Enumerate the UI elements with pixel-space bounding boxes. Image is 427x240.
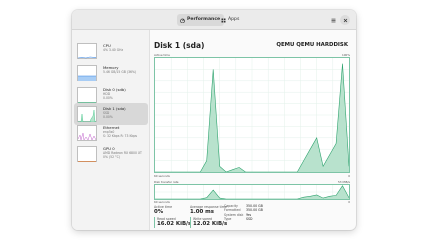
memory-thumbnail [77,65,97,81]
read-speed-stat: Read speed 16.02 KiB/s [154,217,192,228]
write-speed-stat-value: 12.02 KiB/s [193,221,228,227]
info-value: SSD [246,217,253,222]
tab-performance-label: Performance [187,17,221,22]
transfer-zero-label: 0 [348,200,350,204]
sidebar-item-gpu-0[interactable]: GPU 0 AMD Radeon RX 6800 XT 0% (52 °C) [74,143,148,165]
sidebar-item-ethernet[interactable]: Ethernet enp5s0 S: 32 Kbps R: 73 Kbps [74,122,148,144]
gpu-thumbnail [77,146,97,162]
active-time-sixty-label: 60 seconds [154,174,170,178]
sidebar-item-sub: 5.46 GB/15 GB (36%) [103,70,137,74]
memory-thumbnail-graph [78,75,96,81]
transfer-rate-graph [154,184,350,200]
cpu-thumbnail-graph [77,56,97,59]
disk-1-thumbnail [77,106,97,123]
disk-info-grid: Capacity 350.00 GB Formatted 350.00 GB S… [224,204,263,222]
transfer-rate-chart [155,185,349,199]
sidebar-item-sub2: 0% (52 °C) [103,155,120,160]
info-row-type: Type SSD [224,217,263,221]
sidebar-item-memory[interactable]: Memory 5.46 GB/15 GB (36%) [74,62,148,84]
cpu-thumbnail [77,43,97,59]
close-icon [343,18,347,22]
response-time-stat: Average response time 1.00 ms [190,205,227,215]
active-time-stat-value: 0% [154,209,164,215]
response-time-stat-value: 1.00 ms [190,209,215,215]
sidebar-item-sub2: S: 32 Kbps R: 73 Kbps [103,134,138,139]
transfer-sixty-label: 60 seconds [154,200,170,204]
device-sidebar: CPU 4% 3.40 GHz Memory 5.46 GB/15 GB (36… [72,30,150,230]
close-button[interactable] [340,15,350,25]
hamburger-menu-icon [331,18,335,22]
page-title: Disk 1 (sda) [154,41,205,50]
device-model: QEMU QEMU HARDDISK [276,42,348,48]
active-time-zero-label: 0 [348,174,350,178]
active-time-chart [155,58,349,172]
tab-apps-label: Apps [228,17,240,22]
read-speed-indicator [154,217,155,228]
tab-apps[interactable]: Apps [218,14,243,26]
apps-icon [221,18,226,22]
disk-0-thumbnail-graph [78,102,96,103]
read-speed-stat-value: 16.02 KiB/s [157,221,192,227]
write-speed-indicator [190,217,191,228]
sidebar-item-sub: 4% 3.40 GHz [103,48,124,52]
sidebar-item-sub2: 0.00% [103,115,113,120]
active-time-stat: Active time 0% [154,205,172,215]
header-bar: Performance Apps [72,10,356,30]
ethernet-thumbnail-graph [77,132,97,141]
gpu-thumbnail-graph [78,161,96,162]
info-key: Type [224,217,232,222]
sidebar-item-cpu[interactable]: CPU 4% 3.40 GHz [74,40,148,62]
sidebar-item-sub2: 0.00% [103,96,113,101]
write-speed-stat: Write speed 12.02 KiB/s [190,217,228,228]
disk-1-thumbnail-graph [78,109,96,123]
disk-0-thumbnail [77,87,97,103]
system-monitor-window: Performance Apps CPU 4% 3.40 GHz Memory … [72,10,356,230]
main-panel: Disk 1 (sda) QEMU QEMU HARDDISK Active t… [150,30,356,230]
menu-button[interactable] [328,15,338,25]
performance-icon [180,18,185,23]
ethernet-thumbnail [77,125,97,141]
active-time-graph [154,57,350,173]
